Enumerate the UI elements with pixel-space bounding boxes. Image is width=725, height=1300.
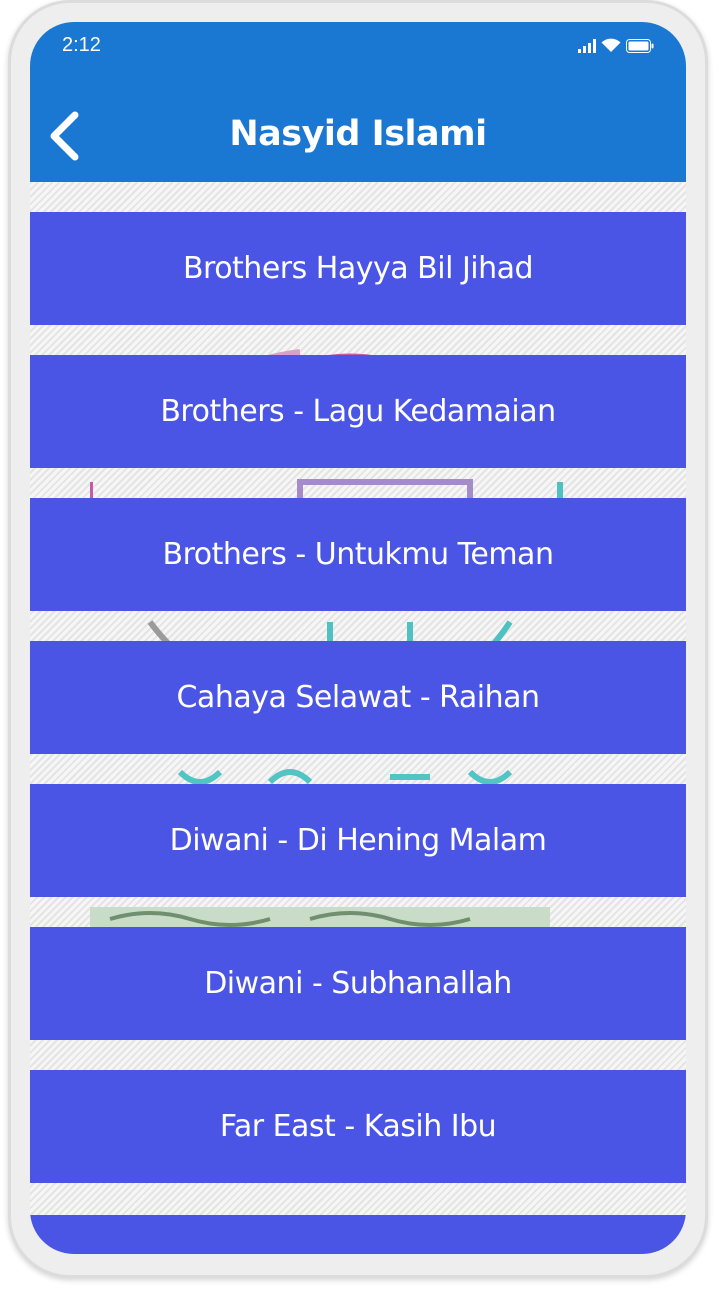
list-item-label: Brothers - Lagu Kedamaian — [160, 394, 556, 429]
list-item[interactable] — [30, 1215, 686, 1254]
list-item[interactable]: Diwani - Di Hening Malam — [30, 784, 686, 897]
list-item[interactable]: Cahaya Selawat - Raihan — [30, 641, 686, 754]
app-screen: 2:12 Nasyid Islami Brothers Hayya Bil Ji… — [30, 22, 686, 1254]
list-item-label: Far East - Kasih Ibu — [219, 1109, 497, 1144]
wifi-icon — [601, 38, 621, 53]
status-icons — [578, 38, 654, 53]
list-item[interactable]: Brothers - Untukmu Teman — [30, 498, 686, 611]
list-item[interactable]: Brothers - Lagu Kedamaian — [30, 355, 686, 468]
signal-icon — [578, 39, 596, 53]
list-item[interactable]: Brothers Hayya Bil Jihad — [30, 212, 686, 325]
status-time: 2:12 — [62, 34, 101, 56]
list-item-label: Cahaya Selawat - Raihan — [176, 680, 540, 715]
battery-icon — [626, 39, 654, 53]
list-item[interactable]: Diwani - Subhanallah — [30, 927, 686, 1040]
list-item[interactable]: Far East - Kasih Ibu — [30, 1070, 686, 1183]
list-item-label: Diwani - Di Hening Malam — [169, 823, 547, 858]
list-item-label: Diwani - Subhanallah — [204, 966, 512, 1001]
app-bar: 2:12 Nasyid Islami — [30, 22, 686, 182]
list-item-label: Brothers - Untukmu Teman — [162, 537, 554, 572]
page-title: Nasyid Islami — [229, 114, 487, 154]
list-item-label: Brothers Hayya Bil Jihad — [182, 251, 534, 286]
